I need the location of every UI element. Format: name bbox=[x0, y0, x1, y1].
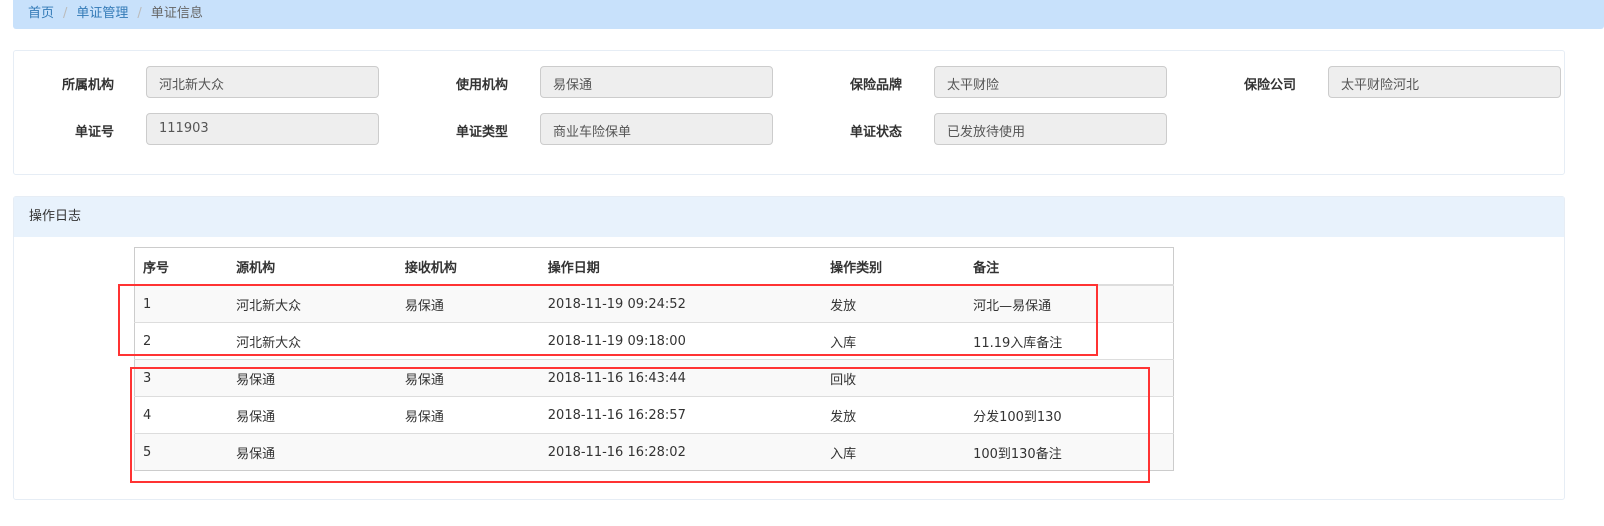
field-input[interactable]: 易保通 bbox=[540, 66, 773, 98]
breadcrumb-current: 单证信息 bbox=[150, 6, 203, 21]
column-header: 备注 bbox=[965, 247, 1174, 286]
highlight-box bbox=[118, 284, 1098, 356]
field-input[interactable]: 太平财险河北 bbox=[1328, 66, 1561, 98]
breadcrumb-separator: / bbox=[137, 6, 142, 21]
field-input[interactable]: 河北新大众 bbox=[146, 66, 379, 98]
field-label: 使用机构 bbox=[455, 78, 508, 93]
column-header: 操作类别 bbox=[822, 247, 966, 286]
field-label: 单证号 bbox=[74, 125, 114, 140]
column-header: 源机构 bbox=[228, 247, 397, 286]
field-input[interactable]: 已发放待使用 bbox=[934, 113, 1167, 145]
breadcrumb: 首页 / 单证管理 / 单证信息 bbox=[13, 0, 1604, 29]
field-label: 单证状态 bbox=[849, 125, 902, 140]
field-label: 保险公司 bbox=[1243, 78, 1296, 93]
breadcrumb-separator: / bbox=[63, 6, 68, 21]
field-input[interactable]: 111903 bbox=[146, 113, 379, 145]
breadcrumb-certificate-management[interactable]: 单证管理 bbox=[76, 6, 128, 21]
breadcrumb-home[interactable]: 首页 bbox=[28, 6, 54, 21]
column-header: 序号 bbox=[134, 247, 229, 286]
field-label: 保险品牌 bbox=[849, 78, 902, 93]
column-header: 接收机构 bbox=[396, 247, 540, 286]
certificate-info-panel: 所属机构 河北新大众 使用机构 易保通 保险品牌 太平财险 保险公司 太平财险河北单证号 111… bbox=[13, 50, 1565, 175]
field-label: 单证类型 bbox=[455, 125, 508, 140]
operation-log-title: 操作日志 bbox=[14, 197, 1564, 237]
field-input[interactable]: 商业车险保单 bbox=[540, 113, 773, 145]
field-label: 所属机构 bbox=[61, 78, 114, 93]
highlight-box bbox=[130, 367, 1150, 483]
field-input[interactable]: 太平财险 bbox=[934, 66, 1167, 98]
column-header: 操作日期 bbox=[539, 247, 823, 286]
